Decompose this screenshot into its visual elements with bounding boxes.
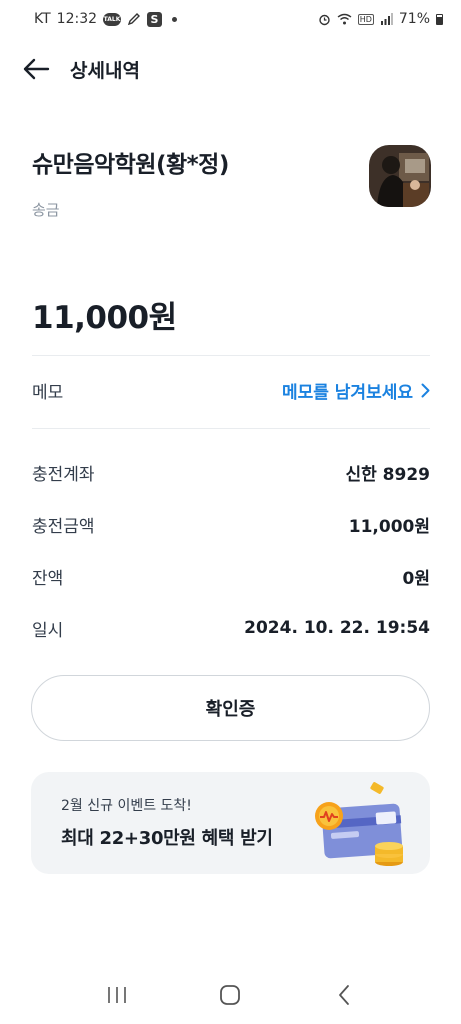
card-coin-icon: [315, 782, 403, 866]
transaction-amount: 11,000원: [32, 300, 177, 336]
recipient-avatar: [369, 145, 431, 207]
detail-value: 11,000원: [348, 516, 430, 537]
detail-label: 충전계좌: [32, 464, 95, 485]
kakaotalk-icon: TALK: [103, 12, 122, 26]
detail-label: 충전금액: [32, 516, 95, 537]
promo-banner[interactable]: 2월 신규 이벤트 도착! 최대 22+30만원 혜택 받기: [31, 772, 430, 874]
arrow-left-icon: [23, 58, 50, 80]
system-nav-bar: [0, 966, 461, 1024]
promo-title: 최대 22+30만원 혜택 받기: [61, 828, 273, 849]
wifi-icon: [337, 13, 352, 25]
memo-row: 메모 메모를 남겨보세요: [32, 372, 430, 408]
detail-value: 2024. 10. 22. 19:54: [244, 618, 430, 638]
volte-hd-icon: HD: [357, 13, 374, 25]
back-button[interactable]: [16, 49, 56, 89]
chevron-right-icon: [421, 383, 430, 397]
recent-apps-button[interactable]: [97, 975, 137, 1015]
status-right: HD 71%: [318, 11, 443, 27]
divider: [32, 428, 430, 429]
more-notifications-icon: [172, 16, 178, 22]
status-bar: KT 12:32 TALK S HD 71%: [0, 0, 461, 38]
receipt-button[interactable]: 확인증: [31, 675, 430, 741]
detail-row-datetime: 일시 2024. 10. 22. 19:54: [32, 602, 430, 654]
detail-row-balance: 잔액 0원: [32, 550, 430, 602]
alarm-icon: [318, 13, 331, 26]
recent-apps-icon: [108, 987, 126, 1003]
battery-percent: 71%: [398, 11, 430, 27]
status-left: KT 12:32 TALK S: [34, 11, 178, 27]
memo-link[interactable]: 메모를 남겨보세요: [282, 378, 430, 403]
clock: 12:32: [56, 11, 98, 27]
home-button[interactable]: [210, 975, 250, 1015]
s-app-icon: S: [147, 11, 163, 27]
detail-label: 일시: [32, 620, 64, 641]
system-back-button[interactable]: [324, 975, 364, 1015]
page-title: 상세내역: [70, 59, 140, 82]
chevron-left-icon: [339, 985, 350, 1005]
transaction-type: 송금: [32, 201, 60, 219]
detail-value: 신한 8929: [345, 464, 430, 485]
detail-row-account: 충전계좌 신한 8929: [32, 446, 430, 498]
app-header: 상세내역: [0, 44, 461, 94]
divider: [32, 355, 430, 356]
battery-icon: [436, 13, 443, 25]
detail-label: 잔액: [32, 568, 64, 589]
home-icon: [220, 985, 241, 1005]
pencil-icon: [127, 12, 141, 26]
detail-row-charge-amount: 충전금액 11,000원: [32, 498, 430, 550]
promo-subtitle: 2월 신규 이벤트 도착!: [61, 798, 192, 814]
signal-icon: [380, 13, 393, 25]
memo-link-label: 메모를 남겨보세요: [281, 382, 413, 403]
memo-label: 메모: [32, 382, 64, 403]
carrier-label: KT: [34, 11, 51, 27]
detail-value: 0원: [402, 568, 430, 589]
detail-list: 충전계좌 신한 8929 충전금액 11,000원 잔액 0원 일시 2024.…: [32, 446, 430, 654]
